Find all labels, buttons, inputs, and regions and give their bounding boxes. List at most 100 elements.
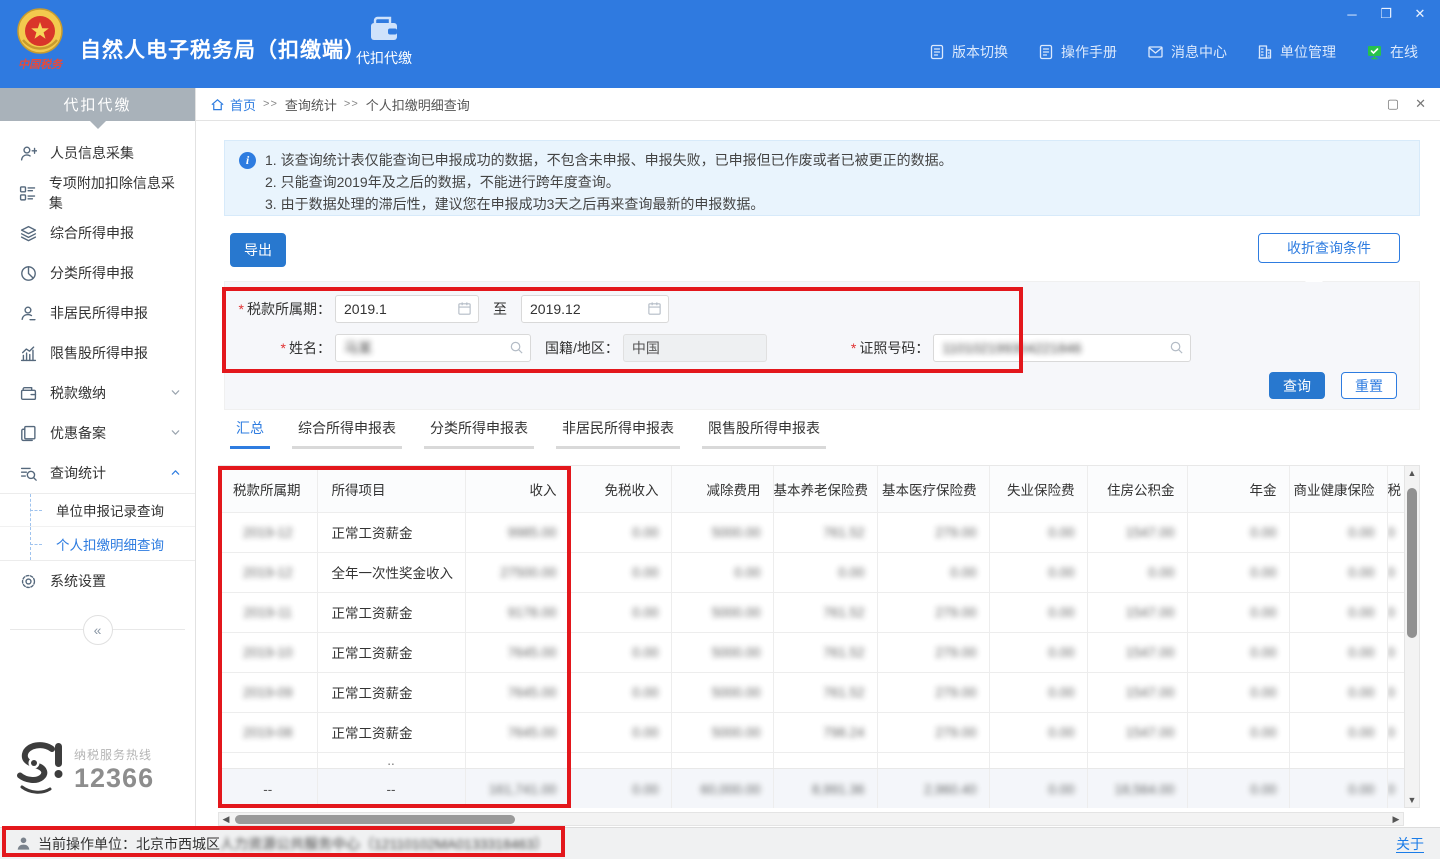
table-row: 2019-08正常工资薪金7645.000.005000.00798.24279…: [219, 712, 1404, 752]
header-menu-label: 操作手册: [1061, 42, 1117, 62]
header-menu-version-doc[interactable]: 版本切换: [929, 42, 1008, 62]
table-summary-row: ----161,741.000.0060,000.008,991.362,960…: [219, 768, 1404, 808]
period-to-input[interactable]: 2019.12: [521, 295, 669, 323]
breadcrumb-item: 查询统计: [285, 95, 337, 114]
sidebar-submenu: 单位申报记录查询个人扣缴明细查询: [0, 493, 195, 561]
sidebar-item-label: 优惠备案: [50, 423, 106, 443]
header-menu-label: 版本切换: [952, 42, 1008, 62]
minimize-icon[interactable]: ─: [1344, 6, 1360, 22]
gear-icon: [18, 573, 38, 590]
collapse-query-button[interactable]: 收折查询条件: [1258, 233, 1400, 263]
hotline: 纳税服务热线 12366: [12, 741, 154, 799]
vertical-scroll-thumb[interactable]: [1407, 488, 1417, 638]
org-icon: [1257, 44, 1273, 60]
table-row: 2019-10正常工资薪金7645.000.005000.00761.52279…: [219, 632, 1404, 672]
sidebar-item-person-add[interactable]: 人员信息采集: [0, 133, 195, 173]
sidebar: 代扣代缴 人员信息采集专项附加扣除信息采集综合所得申报分类所得申报非居民所得申报…: [0, 88, 196, 827]
chevron-down-icon: [170, 385, 181, 401]
horizontal-scroll-thumb[interactable]: [235, 815, 515, 824]
period-from-input[interactable]: 2019.1: [335, 295, 479, 323]
sidebar-item-person[interactable]: 非居民所得申报: [0, 293, 195, 333]
sidebar-item-label: 人员信息采集: [50, 143, 134, 163]
chevron-up-icon: [170, 465, 181, 481]
search-icon[interactable]: [509, 340, 524, 355]
name-input[interactable]: 马某: [335, 334, 531, 362]
col-header: 基本医疗保险费: [877, 466, 989, 512]
person-icon: [18, 305, 38, 322]
sidebar-subitem-label: 单位申报记录查询: [56, 500, 164, 520]
sidebar-item-label: 限售股所得申报: [50, 343, 148, 363]
horizontal-scrollbar[interactable]: ◀ ▶: [218, 812, 1404, 826]
id-number-input[interactable]: 110102199304221846: [933, 334, 1191, 362]
scroll-right-icon[interactable]: ▶: [1389, 814, 1403, 825]
header-menu-label: 消息中心: [1171, 42, 1227, 62]
hotline-logo-icon: [12, 741, 66, 799]
sidebar-item-pie[interactable]: 分类所得申报: [0, 253, 195, 293]
tab-综合所得申报表[interactable]: 综合所得申报表: [292, 418, 402, 449]
close-icon[interactable]: ✕: [1412, 6, 1428, 22]
sidebar-item-docs[interactable]: 优惠备案: [0, 413, 195, 453]
header-menu-org[interactable]: 单位管理: [1257, 42, 1336, 62]
calendar-icon[interactable]: [457, 301, 472, 316]
sidebar-item-label: 查询统计: [50, 463, 106, 483]
sidebar-header: 代扣代缴: [0, 88, 195, 121]
notice-line: 2. 只能查询2019年及之后的数据，不能进行跨年度查询。: [265, 171, 1405, 193]
app-header: ─ ❐ ✕ 中国税务 自然人电子税务局（扣缴端） 代扣代缴 版本切换 操作手册 消息…: [0, 0, 1440, 88]
module-tab-daikou[interactable]: 代扣代缴: [352, 14, 416, 68]
period-to-value: 2019.12: [530, 301, 581, 317]
tab-分类所得申报表[interactable]: 分类所得申报表: [424, 418, 534, 449]
notice-line: 1. 该查询统计表仅能查询已申报成功的数据，不包含未申报、申报失败，已申报但已作…: [265, 149, 1405, 171]
col-header: 住房公积金: [1087, 466, 1187, 512]
id-label: 证照号码：: [851, 338, 929, 358]
query-buttons: 查询 重置: [1269, 372, 1397, 399]
col-header: 税款所属期: [219, 466, 317, 512]
col-header: 年金: [1187, 466, 1289, 512]
search-list-icon: [18, 465, 38, 482]
name-value: 马某: [344, 338, 372, 358]
tab-限售股所得申报表[interactable]: 限售股所得申报表: [702, 418, 826, 449]
id-number-value: 110102199304221846: [942, 340, 1081, 356]
header-menu-mail[interactable]: 消息中心: [1147, 42, 1227, 62]
reset-button[interactable]: 重置: [1341, 372, 1397, 399]
result-table: 税款所属期所得项目收入免税收入减除费用基本养老保险费基本医疗保险费失业保险费住房…: [219, 466, 1404, 808]
restore-icon[interactable]: ❐: [1378, 6, 1394, 22]
window-controls: ─ ❐ ✕: [1344, 6, 1428, 22]
current-unit-blurred: 人力资源公共服务中心（12110102MA0133318463）: [220, 834, 548, 854]
header-menu-manual-doc[interactable]: 操作手册: [1038, 42, 1117, 62]
sidebar-item-bar-chart[interactable]: 限售股所得申报: [0, 333, 195, 373]
search-icon[interactable]: [1169, 340, 1184, 355]
breadcrumb-home[interactable]: 首页: [210, 95, 256, 114]
scroll-down-icon[interactable]: ▼: [1408, 793, 1417, 807]
mail-icon: [1147, 44, 1164, 60]
wallet-icon: [18, 385, 38, 402]
sidebar-subitem[interactable]: 单位申报记录查询: [0, 494, 195, 527]
sidebar-subitem-active[interactable]: 个人扣缴明细查询: [0, 527, 195, 560]
tax-bureau-logo-icon: 中国税务: [14, 6, 66, 80]
to-label: 至: [493, 299, 507, 319]
header-menu-online[interactable]: 在线: [1366, 42, 1418, 62]
content-close-icon[interactable]: ✕: [1415, 96, 1426, 112]
notice-line: 3. 由于数据处理的滞后性，建议您在申报成功3天之后再来查询最新的申报数据。: [265, 193, 1405, 215]
app-title: 自然人电子税务局（扣缴端）: [80, 34, 366, 64]
sidebar-item-form-list[interactable]: 专项附加扣除信息采集: [0, 173, 195, 213]
sidebar-subitem-label: 个人扣缴明细查询: [56, 534, 164, 554]
breadcrumb: 首页 >> 查询统计 >> 个人扣缴明细查询: [210, 95, 470, 114]
sidebar-item-gear[interactable]: 系统设置: [0, 561, 195, 601]
content-maximize-icon[interactable]: ▢: [1387, 96, 1399, 112]
scroll-left-icon[interactable]: ◀: [219, 814, 233, 825]
vertical-scrollbar[interactable]: ▲ ▼: [1404, 465, 1420, 808]
bar-chart-icon: [18, 345, 38, 362]
about-link[interactable]: 关于: [1396, 834, 1424, 854]
tab-非居民所得申报表[interactable]: 非居民所得申报表: [556, 418, 680, 449]
scroll-up-icon[interactable]: ▲: [1408, 466, 1417, 480]
nationality-input: 中国: [623, 334, 767, 362]
tab-汇总[interactable]: 汇总: [230, 418, 270, 449]
query-button[interactable]: 查询: [1269, 372, 1325, 399]
user-icon: [16, 836, 31, 851]
sidebar-item-layers[interactable]: 综合所得申报: [0, 213, 195, 253]
sidebar-collapse-button[interactable]: «: [83, 615, 113, 645]
export-button[interactable]: 导出: [230, 233, 286, 267]
sidebar-item-wallet[interactable]: 税款缴纳: [0, 373, 195, 413]
sidebar-item-search-list[interactable]: 查询统计: [0, 453, 195, 493]
calendar-icon[interactable]: [647, 301, 662, 316]
